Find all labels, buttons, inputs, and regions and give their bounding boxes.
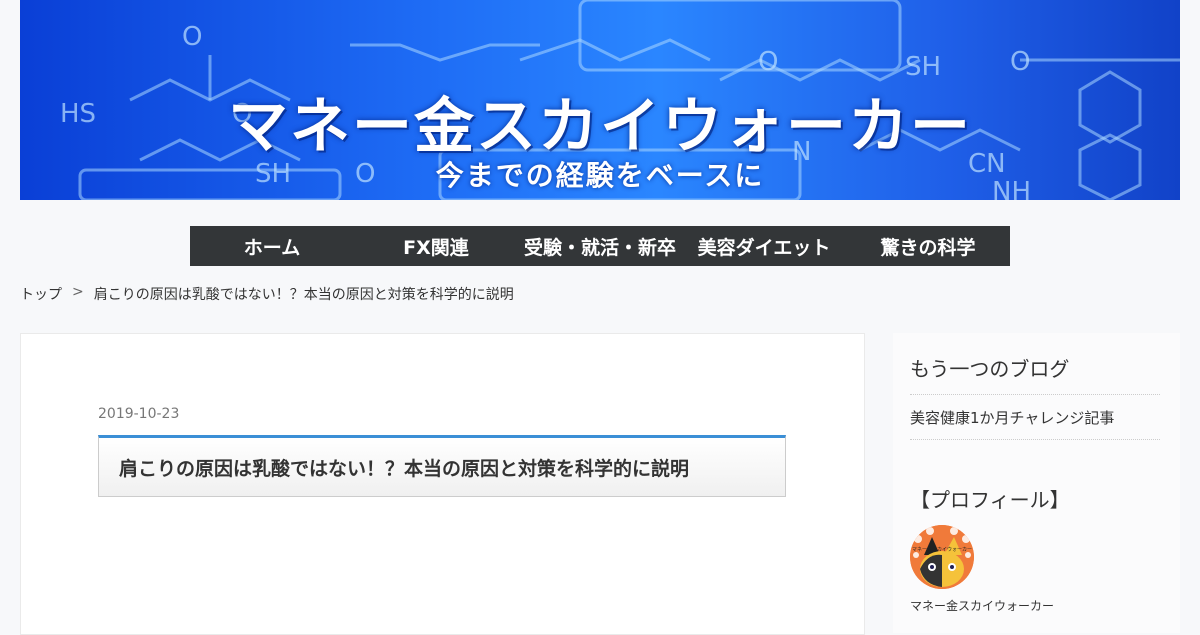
site-subtitle: 今までの経験をベースに xyxy=(435,159,765,192)
breadcrumb-separator: > xyxy=(72,284,84,300)
article-main: 2019-10-23 肩こりの原因は乳酸ではない！？本当の原因と対策を科学的に説… xyxy=(20,333,865,635)
header-banner[interactable]: O HS SH O SH O CN NH N O O マネー金スカイウォーカー … xyxy=(20,0,1180,200)
breadcrumb-current: 肩こりの原因は乳酸ではない！？本当の原因と対策を科学的に説明 xyxy=(93,287,514,303)
post-title: 肩こりの原因は乳酸ではない！？本当の原因と対策を科学的に説明 xyxy=(119,457,690,480)
avatar-lettering: マネー金スカイウォーカー xyxy=(912,546,972,553)
profile-widget-title: 【プロフィール】 xyxy=(910,488,1070,512)
post-date: 2019-10-23 xyxy=(98,406,180,422)
divider xyxy=(910,394,1160,395)
nav-item-fx[interactable]: FX関連 xyxy=(354,226,518,266)
cat-avatar-icon: マネー金スカイウォーカー xyxy=(910,525,974,589)
site-title[interactable]: マネー金スカイウォーカー xyxy=(20,78,1180,165)
nav-item-science[interactable]: 驚きの科学 xyxy=(846,226,1010,266)
divider xyxy=(910,439,1160,440)
sidebar: もう一つのブログ 美容健康1か月チャレンジ記事 【プロフィール】 マネー金スカイ… xyxy=(893,333,1180,633)
nav-item-exam-job[interactable]: 受験・就活・新卒 xyxy=(518,226,682,266)
global-nav: ホーム FX関連 受験・就活・新卒 美容ダイエット 驚きの科学 xyxy=(190,226,1010,266)
decor-label: O xyxy=(758,47,778,77)
profile-name: マネー金スカイウォーカー xyxy=(910,599,1055,613)
decor-label: O xyxy=(1010,47,1030,77)
nav-item-beauty-diet[interactable]: 美容ダイエット xyxy=(682,226,846,266)
nav-item-home[interactable]: ホーム xyxy=(190,226,354,266)
post-title-box: 肩こりの原因は乳酸ではない！？本当の原因と対策を科学的に説明 xyxy=(98,435,786,497)
decor-label: O xyxy=(182,22,202,52)
breadcrumb-home-link[interactable]: トップ xyxy=(20,284,62,304)
other-blog-link[interactable]: 美容健康1か月チャレンジ記事 xyxy=(910,407,1114,428)
breadcrumb: トップ > 肩こりの原因は乳酸ではない！？本当の原因と対策を科学的に説明 xyxy=(20,284,514,304)
blog-widget-title: もう一つのブログ xyxy=(910,357,1070,381)
avatar[interactable]: マネー金スカイウォーカー xyxy=(910,525,974,589)
